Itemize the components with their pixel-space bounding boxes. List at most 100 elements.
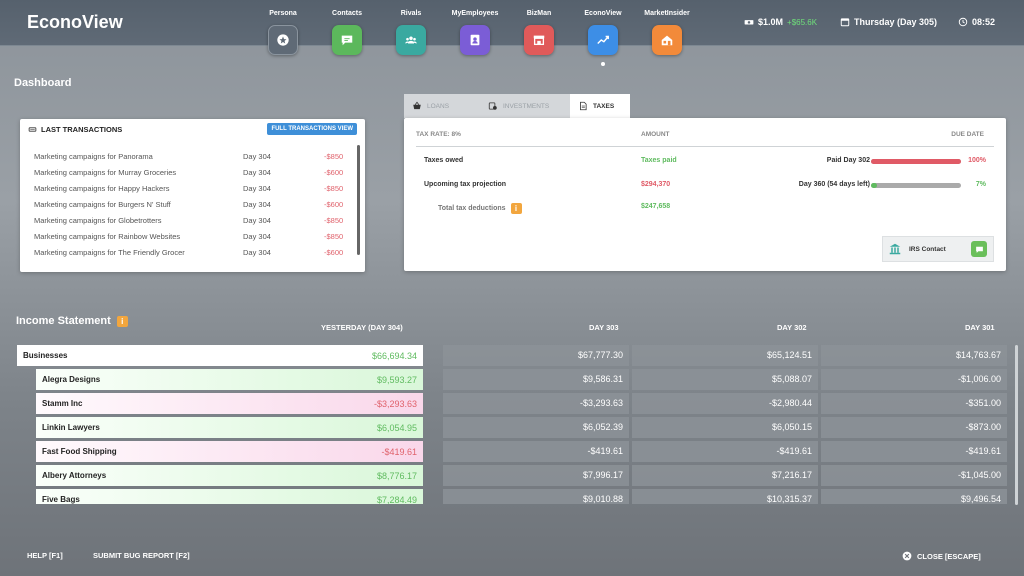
col-yesterday: YESTERDAY (DAY 304) [321, 323, 403, 332]
taxes-owed-progress [871, 159, 961, 164]
col-day-303: DAY 303 [589, 323, 619, 332]
income-scrollbar[interactable] [1015, 345, 1018, 505]
app-econoview[interactable]: EconoView [573, 10, 633, 55]
cell-value: $67,777.30 [577, 350, 623, 360]
transaction-row: Marketing campaigns for Murray Groceries… [34, 165, 352, 181]
cell-value: -$419.61 [776, 446, 812, 456]
tax-deductions-label: Total tax deductions [438, 205, 506, 212]
income-cell: -$873.00 [821, 417, 1007, 438]
cell-value: $6,052.39 [582, 422, 623, 432]
income-cell: $6,052.39 [443, 417, 629, 438]
cell-value: $7,216.17 [771, 470, 812, 480]
tax-projection-due: Day 360 (54 days left) [798, 181, 870, 188]
income-row[interactable]: Five Bags $7,284.49 [36, 489, 423, 504]
basket-icon [413, 101, 421, 110]
cell-value: $65,124.51 [766, 350, 812, 360]
transaction-desc: Marketing campaigns for Happy Hackers [34, 184, 170, 193]
taxes-owed-label: Taxes owed [424, 157, 464, 164]
transaction-day: Day 304 [243, 232, 271, 241]
tab-loans[interactable]: LOANS [404, 94, 480, 118]
time-value: 08:52 [972, 17, 996, 27]
chat-icon [975, 246, 983, 253]
last-transactions-panel: LAST TRANSACTIONS FULL TRANSACTIONS VIEW… [20, 119, 365, 272]
close-icon [902, 551, 912, 561]
tax-projection-label: Upcoming tax projection [424, 181, 507, 188]
transaction-amount: -$850 [324, 184, 344, 193]
cell-value: $10,315.37 [766, 494, 812, 504]
tax-rate-header: TAX RATE: 8% [416, 131, 461, 138]
transaction-desc: Marketing campaigns for Globetrotters [34, 216, 162, 225]
row-value-yesterday: $9,593.27 [376, 375, 417, 385]
submit-bug-report-button[interactable]: SUBMIT BUG REPORT [F2] [93, 551, 190, 560]
income-row[interactable]: Stamm Inc -$3,293.63 [36, 393, 423, 414]
row-value-yesterday: $6,054.95 [376, 423, 417, 433]
rivals-people-icon [396, 25, 426, 55]
top-bar: EconoView Persona Contacts Rivals MyEmpl… [0, 0, 1024, 55]
app-myemployees[interactable]: MyEmployees [445, 10, 505, 55]
taxes-owed-amount: Taxes paid [641, 157, 677, 164]
row-value-yesterday: $8,776.17 [376, 471, 417, 481]
row-value-yesterday: $7,284.49 [376, 495, 417, 504]
income-cell: -$1,045.00 [821, 465, 1007, 486]
transaction-row: Marketing campaigns for Rainbow Websites… [34, 229, 352, 245]
close-button[interactable]: CLOSE [ESCAPE] [902, 551, 981, 561]
income-row[interactable]: Albery Attorneys $8,776.17 [36, 465, 423, 486]
cell-value: -$3,293.63 [579, 398, 623, 408]
transaction-desc: Marketing campaigns for Murray Groceries [34, 168, 177, 177]
tab-investments[interactable]: INVESTMENTS [480, 94, 570, 118]
irs-chat-button[interactable] [971, 241, 987, 257]
taxes-panel: TAX RATE: 8% AMOUNT DUE DATE Taxes owed … [404, 118, 1006, 271]
transactions-scrollbar[interactable] [357, 145, 360, 255]
cell-value: -$1,045.00 [957, 470, 1001, 480]
app-contacts[interactable]: Contacts [317, 10, 377, 55]
close-label: CLOSE [ESCAPE] [917, 551, 981, 561]
tax-projection-percent: 7% [975, 181, 986, 188]
investments-icon [488, 102, 497, 110]
income-row[interactable]: Linkin Lawyers $6,054.95 [36, 417, 423, 438]
info-icon[interactable]: i [116, 315, 128, 327]
tab-taxes[interactable]: TAXES [570, 94, 630, 118]
cell-value: $9,010.88 [582, 494, 623, 504]
money-value: $1.0M [758, 17, 784, 27]
row-name: Stamm Inc [42, 399, 83, 408]
full-transactions-view-button[interactable]: FULL TRANSACTIONS VIEW [267, 123, 357, 135]
income-row[interactable]: Alegra Designs $9,593.27 [36, 369, 423, 390]
income-row-businesses[interactable]: Businesses $66,694.34 [17, 345, 423, 366]
persona-star-icon [268, 25, 298, 55]
transaction-desc: Marketing campaigns for Panorama [34, 152, 153, 161]
transaction-row: Marketing campaigns for Burgers N' Stuff… [34, 197, 352, 213]
app-marketinsider[interactable]: MarketInsider [637, 10, 697, 55]
transaction-amount: -$600 [324, 168, 344, 177]
transaction-day: Day 304 [243, 248, 271, 257]
income-cell: $14,763.67 [821, 345, 1007, 366]
calendar-icon [840, 18, 850, 27]
income-row-clip: Five Bags $7,284.49 $9,010.88 $10,315.37… [0, 489, 1024, 504]
cell-value: -$419.61 [965, 446, 1001, 456]
tax-projection-progress [871, 183, 961, 188]
cell-value: -$873.00 [965, 422, 1001, 432]
taxes-owed-progress-fill [871, 159, 961, 164]
transaction-desc: Marketing campaigns for Rainbow Websites [34, 232, 181, 241]
app-persona[interactable]: Persona [253, 10, 313, 55]
econoview-chart-icon [588, 25, 618, 55]
income-row[interactable]: Fast Food Shipping -$419.61 [36, 441, 423, 462]
irs-contact-label: IRS Contact [909, 245, 946, 253]
app-bizman[interactable]: BizMan [509, 10, 569, 55]
help-button[interactable]: HELP [F1] [27, 551, 63, 560]
tax-projection-amount: $294,370 [641, 181, 671, 188]
day-value: Thursday (Day 305) [854, 17, 938, 27]
app-rivals[interactable]: Rivals [381, 10, 441, 55]
info-icon[interactable]: i [510, 203, 522, 214]
transaction-amount: -$850 [324, 152, 344, 161]
income-cell: $6,050.15 [632, 417, 818, 438]
row-name: Albery Attorneys [42, 471, 107, 480]
last-transactions-header: LAST TRANSACTIONS [28, 125, 122, 134]
money-change: +$65.6K [787, 17, 818, 27]
income-cell: $10,315.37 [632, 489, 818, 504]
tax-projection-progress-fill [871, 183, 878, 188]
app-label: MarketInsider [644, 10, 690, 17]
app-label: BizMan [526, 10, 552, 17]
row-name: Alegra Designs [42, 375, 101, 384]
income-cell: $9,496.54 [821, 489, 1007, 504]
bizman-store-icon [524, 25, 554, 55]
